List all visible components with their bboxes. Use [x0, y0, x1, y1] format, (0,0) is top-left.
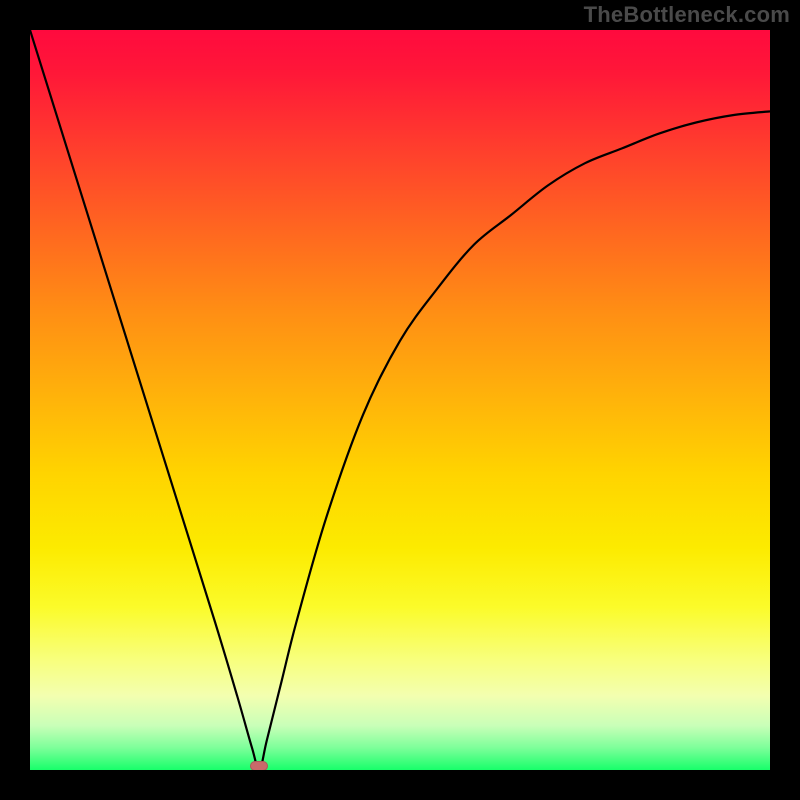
bottleneck-curve	[30, 30, 770, 770]
chart-frame: TheBottleneck.com	[0, 0, 800, 800]
plot-area	[30, 30, 770, 770]
watermark-text: TheBottleneck.com	[584, 2, 790, 28]
curve-path	[30, 30, 770, 770]
minimum-marker	[250, 761, 268, 770]
